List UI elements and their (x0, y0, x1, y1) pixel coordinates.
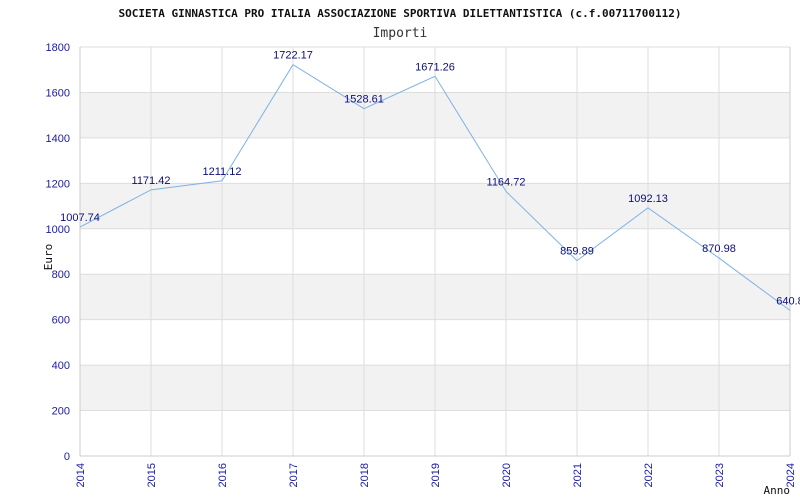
x-axis-label: Anno (764, 484, 791, 497)
x-tick-labels: 2014 2015 2016 2017 2018 2019 2020 2021 2022 2023… (75, 463, 797, 487)
x-tick-label: 2023 (714, 463, 726, 487)
data-label: 1092.13 (628, 193, 668, 205)
y-tick-label: 0 (64, 451, 70, 463)
chart-subtitle: Importi (373, 26, 428, 41)
data-label: 1671.26 (415, 61, 455, 73)
data-label: 1722.17 (273, 50, 313, 62)
chart-title: SOCIETA GINNASTICA PRO ITALIA ASSOCIAZIO… (119, 7, 682, 20)
data-label: 1164.72 (487, 176, 526, 188)
x-tick-label: 2016 (217, 463, 229, 487)
y-tick-label: 200 (52, 406, 70, 418)
data-label: 1171.42 (132, 175, 171, 187)
x-tick-label: 2018 (359, 463, 371, 487)
data-label: 870.98 (702, 243, 736, 255)
x-tick-label: 2015 (146, 463, 158, 487)
y-tick-label: 400 (52, 360, 70, 372)
line-chart: SOCIETA GINNASTICA PRO ITALIA ASSOCIAZIO… (42, 7, 800, 497)
x-tick-label: 2014 (75, 463, 87, 487)
y-tick-label: 1800 (46, 42, 70, 54)
data-label: 1528.61 (344, 94, 384, 106)
y-tick-label: 1600 (46, 87, 70, 99)
y-tick-label: 600 (52, 315, 70, 327)
data-labels: 1007.74 1171.42 1211.12 1722.17 1528.61 1671.… (60, 50, 800, 308)
data-label: 859.89 (560, 246, 594, 258)
y-tick-label: 1200 (46, 178, 70, 190)
y-axis-label: Euro (42, 244, 55, 271)
x-tick-label: 2020 (501, 463, 513, 487)
y-tick-label: 1000 (46, 224, 70, 236)
x-tick-label: 2019 (430, 463, 442, 487)
x-tick-label: 2021 (572, 463, 584, 487)
data-label: 640.8 (776, 295, 800, 307)
data-label: 1211.12 (203, 166, 242, 178)
x-tick-label: 2022 (643, 463, 655, 487)
x-tick-label: 2017 (288, 463, 300, 487)
data-label: 1007.74 (60, 212, 100, 224)
y-tick-label: 1400 (46, 133, 70, 145)
